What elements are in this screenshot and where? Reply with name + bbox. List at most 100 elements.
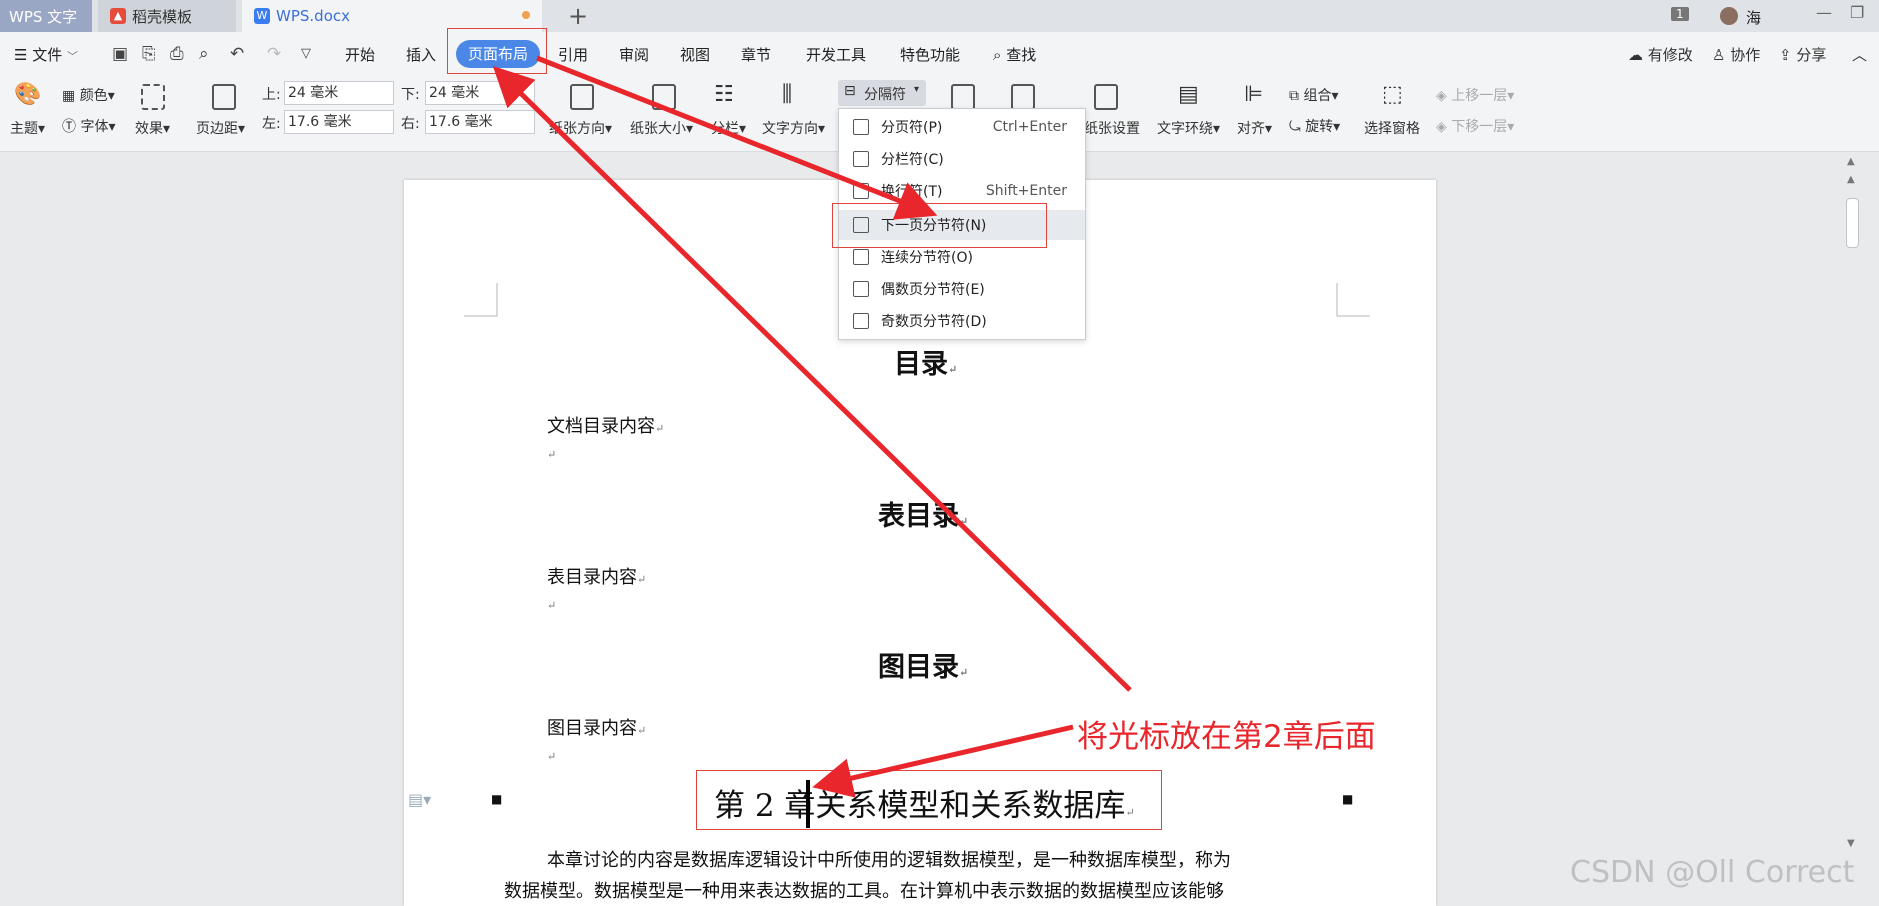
theme-button[interactable]: 主题▾ [10, 118, 45, 138]
scroll-up-icon[interactable]: ▲ [1847, 156, 1855, 167]
columns-label: 分栏 [711, 121, 739, 137]
bullet-mark: ■ [1342, 792, 1354, 806]
paragraph-line-2[interactable]: 数据模型。数据模型是一种用来表达数据的工具。在计算机中表示数据的数据模型应该能够 [504, 877, 1224, 903]
text-direction-icon[interactable]: ⫼ [782, 82, 792, 107]
avatar[interactable] [1720, 7, 1738, 25]
menu-developer[interactable]: 开发工具 [806, 44, 866, 65]
page-background-icon[interactable] [1011, 84, 1035, 110]
text-direction-button[interactable]: 文字方向▾ [762, 118, 825, 138]
left-margin-label: 左: [262, 116, 281, 132]
table-list-content[interactable]: 表目录内容↵ [547, 563, 646, 589]
menu-insert[interactable]: 插入 [406, 44, 436, 65]
customize-toolbar-icon[interactable]: ▽ [301, 46, 311, 61]
scroll-thumb[interactable] [1846, 198, 1859, 248]
paragraph-mark: ↵ [655, 422, 665, 435]
menu-home[interactable]: 开始 [345, 44, 375, 65]
menu-item-shortcut: Ctrl+Enter [992, 119, 1067, 135]
left-margin-field[interactable]: 17.6 毫米 [284, 110, 394, 134]
undo-icon[interactable]: ↶ [230, 44, 244, 64]
send-backward-button[interactable]: ◈ 下移一层▾ [1436, 116, 1514, 136]
columns-icon[interactable]: ☷ [714, 82, 734, 107]
bring-forward-button[interactable]: ◈ 上移一层▾ [1436, 85, 1514, 105]
file-menu[interactable]: ☰ 文件 ﹀ [14, 44, 78, 65]
align-icon[interactable]: ⊫ [1244, 82, 1263, 107]
text-wrap-button[interactable]: 文字环绕▾ [1157, 118, 1220, 138]
margins-icon[interactable] [212, 84, 236, 110]
menu-view[interactable]: 视图 [680, 44, 710, 65]
menu-find[interactable]: ⌕ 查找 [993, 44, 1036, 65]
menu-references[interactable]: 引用 [558, 44, 588, 65]
restore-icon[interactable]: ❐ [1850, 3, 1864, 22]
new-tab-button[interactable]: + [568, 2, 588, 30]
right-margin-field[interactable]: 17.6 毫米 [425, 110, 535, 134]
menu-item-even-page-section-break[interactable]: 偶数页分节符(E) [839, 274, 1085, 304]
effect-button[interactable]: 效果▾ [135, 118, 170, 138]
font-button[interactable]: Ⓣ 字体▾ [62, 116, 115, 136]
orientation-button[interactable]: 纸张方向▾ [549, 118, 612, 138]
paper-size-button[interactable]: 纸张大小▾ [630, 118, 693, 138]
paragraph-line-1[interactable]: 本章讨论的内容是数据库逻辑设计中所使用的逻辑数据模型，是一种数据库模型，称为 [547, 846, 1231, 872]
figure-list-heading[interactable]: 图目录↵ [878, 645, 968, 684]
page-layout-highlight-box [447, 28, 547, 74]
menu-item-line-break[interactable]: 换行符(T) Shift+Enter [839, 176, 1085, 206]
menu-item-odd-page-section-break[interactable]: 奇数页分节符(D) [839, 306, 1085, 336]
group-button[interactable]: ⧉ 组合▾ [1289, 85, 1338, 105]
right-margin-label: 右: [401, 116, 420, 132]
menu-bar: ☰ 文件 ﹀ ▣ ⎘ ⎙ ⌕ ↶ ↷ ▽ 开始 插入 页面布局 引用 审阅 视图… [0, 32, 1879, 76]
tab-wps-writer[interactable]: WPS 文字 [0, 0, 92, 32]
changes-button[interactable]: ☁ 有修改 [1628, 44, 1693, 65]
selection-pane-icon[interactable]: ⬚ [1382, 82, 1403, 107]
paragraph-layout-icon[interactable]: ▤▾ [408, 790, 431, 809]
paper-size-icon[interactable] [652, 84, 676, 110]
redo-icon[interactable]: ↷ [267, 44, 281, 64]
text-wrap-icon[interactable]: ▤ [1178, 82, 1199, 107]
figure-list-content[interactable]: 图目录内容↵ [547, 714, 646, 740]
save-icon[interactable]: ▣ [112, 44, 128, 64]
chapter-2-heading[interactable]: 第 2 章关系模型和关系数据库↵ [714, 780, 1135, 825]
tab-label: WPS 文字 [9, 7, 78, 26]
bottom-margin-field[interactable]: 24 毫米 [425, 81, 535, 105]
menu-review[interactable]: 审阅 [619, 44, 649, 65]
share-button[interactable]: ⇪ 分享 [1779, 44, 1826, 65]
print-icon[interactable]: ⎙ [170, 44, 184, 64]
collaborate-button[interactable]: ♙ 协作 [1712, 44, 1760, 65]
window-count-badge[interactable]: 1 [1671, 7, 1689, 21]
share-icon: ⇪ [1779, 46, 1792, 64]
user-name[interactable]: 海 [1746, 7, 1761, 28]
toc-heading[interactable]: 目录↵ [894, 342, 957, 381]
group-label: 组合 [1303, 88, 1332, 104]
page-break-icon [853, 119, 869, 135]
separator-button[interactable]: ⊟ 分隔符 ▾ [838, 80, 926, 106]
vertical-scrollbar[interactable]: ▲ ▲ ▼ [1843, 152, 1863, 906]
effect-icon[interactable] [141, 84, 165, 110]
columns-button[interactable]: 分栏▾ [711, 118, 746, 138]
toc-content[interactable]: 文档目录内容↵ [547, 412, 664, 438]
orientation-label: 纸张方向 [549, 121, 605, 137]
print-preview-icon[interactable]: ⌕ [199, 44, 209, 64]
top-margin-field[interactable]: 24 毫米 [284, 81, 394, 105]
menu-item-column-break[interactable]: 分栏符(C) [839, 144, 1085, 174]
paper-setup-button[interactable]: 纸张设置 [1084, 118, 1140, 138]
palette-icon[interactable]: 🎨 [14, 82, 41, 107]
toc-heading-text: 目录 [894, 349, 948, 380]
top-margin-label: 上: [262, 87, 281, 103]
table-list-heading[interactable]: 表目录↵ [878, 494, 968, 533]
margins-button[interactable]: 页边距▾ [196, 118, 245, 138]
color-button[interactable]: ▦ 颜色▾ [62, 85, 115, 105]
collapse-ribbon-icon[interactable]: ︿ [1852, 44, 1867, 65]
color-label: 颜色 [79, 88, 108, 104]
orientation-icon[interactable] [570, 84, 594, 110]
scroll-down-icon[interactable]: ▼ [1847, 838, 1855, 849]
menu-item-page-break[interactable]: 分页符(P) Ctrl+Enter [839, 112, 1085, 142]
tab-docer-templates[interactable]: ▲ 稻壳模板 [98, 0, 236, 32]
format-painter-icon[interactable]: ⎘ [142, 44, 156, 64]
paper-setup-icon[interactable] [1094, 84, 1118, 110]
minimize-icon[interactable]: — [1816, 3, 1832, 22]
menu-sections[interactable]: 章节 [741, 44, 771, 65]
page-border-icon[interactable] [951, 84, 975, 110]
menu-special-features[interactable]: 特色功能 [900, 44, 960, 65]
scroll-up-icon[interactable]: ▲ [1847, 174, 1855, 185]
selection-pane-button[interactable]: 选择窗格 [1364, 118, 1420, 138]
rotate-button[interactable]: ⤿ 旋转▾ [1289, 116, 1340, 136]
align-button[interactable]: 对齐▾ [1237, 118, 1272, 138]
